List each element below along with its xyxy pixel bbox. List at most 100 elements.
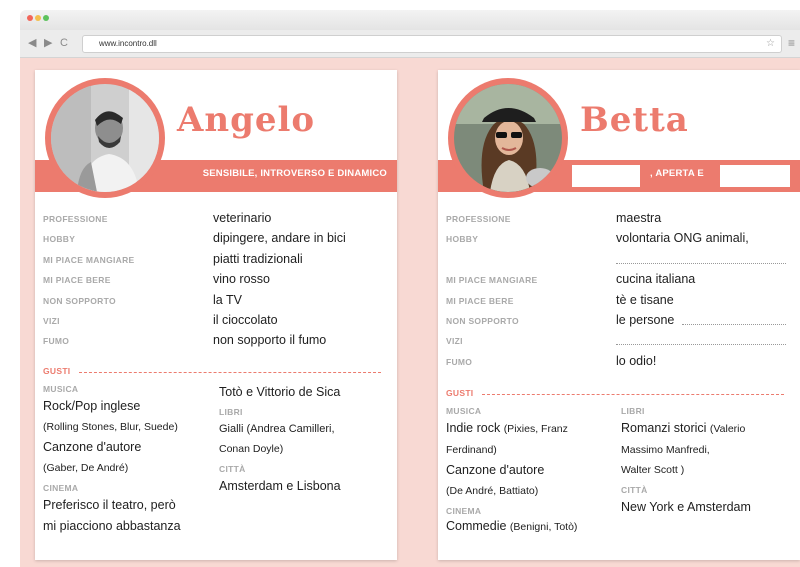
- profile-card-betta: , APERTA E Betta PROFESSIONE maestra HOB…: [438, 70, 800, 560]
- avatar-frame: [45, 78, 165, 198]
- info-row: NON SOPPORTO le persone: [446, 312, 792, 332]
- info-value: cucina italiana: [616, 272, 696, 287]
- info-value: lo odio!: [616, 353, 657, 368]
- info-label: FUMO: [446, 356, 473, 367]
- info-value: maestra: [616, 211, 662, 225]
- citta-item: Amsterdam e Lisbona: [219, 478, 341, 493]
- info-row: MI PIACE BERE tè e tisane: [446, 292, 792, 312]
- blank-fill-line[interactable]: [682, 315, 786, 325]
- info-value: non sopporto il fumo: [213, 333, 327, 348]
- tagline: , APERTA E: [650, 168, 704, 179]
- info-table: PROFESSIONE maestra HOBBY volontaria ONG an…: [446, 210, 792, 373]
- libri-item: Conan Doyle): [219, 443, 284, 455]
- info-label: HOBBY: [446, 234, 479, 245]
- cinema-label: CINEMA: [43, 483, 79, 493]
- info-row: MI PIACE MANGIARE cucina italiana: [446, 271, 792, 291]
- musica-item-detail: (Rolling Stones, Blur, Suede): [43, 420, 178, 433]
- profile-name: Betta: [580, 100, 689, 140]
- info-value: vino rosso: [213, 272, 270, 287]
- libri-label: LIBRI: [621, 406, 645, 416]
- window-titlebar: [20, 10, 800, 30]
- bookmark-star-icon[interactable]: ☆: [766, 36, 775, 52]
- menu-icon[interactable]: ≡: [788, 37, 795, 49]
- cinema-item: Commedie (Benigni, Totò): [446, 518, 616, 535]
- address-text: www.incontro.dll: [99, 39, 157, 48]
- cinema-item: Preferisco il teatro, però: [43, 498, 176, 512]
- info-value: il cioccolato: [213, 312, 278, 327]
- profile-name: Angelo: [177, 100, 316, 140]
- info-value: veterinario: [213, 211, 272, 225]
- info-value: le persone: [616, 312, 675, 327]
- info-row: FUMO lo odio!: [446, 353, 792, 373]
- musica-item-name: Indie rock: [446, 421, 501, 435]
- avatar-betta: [454, 84, 562, 192]
- musica-item-detail: (Gaber, De André): [43, 461, 129, 474]
- blank-fill-line[interactable]: [616, 254, 786, 264]
- info-label: MI PIACE BERE: [43, 275, 111, 286]
- cinema-label: CINEMA: [446, 506, 482, 516]
- citta-label: CITTÀ: [219, 463, 246, 474]
- musica-item: Canzone d'autore: [446, 463, 545, 477]
- info-table: PROFESSIONE veterinario HOBBY dipingere, an…: [43, 210, 389, 353]
- close-window-button[interactable]: [27, 15, 33, 21]
- libri-label: LIBRI: [219, 406, 243, 417]
- page-viewport: SENSIBILE, INTROVERSO E DINAMICO Angelo …: [20, 58, 800, 567]
- browser-toolbar: ◀ ▶ C www.incontro.dll ☆ ≡: [20, 30, 800, 58]
- tagline-blank-field[interactable]: [572, 165, 640, 187]
- info-row: PROFESSIONE veterinario: [43, 210, 389, 230]
- cinema-item-detail: (Benigni, Totò): [509, 521, 578, 533]
- info-value: dipingere, andare in bici: [213, 231, 346, 246]
- back-icon[interactable]: ◀: [28, 36, 36, 50]
- minimize-window-button[interactable]: [35, 15, 41, 21]
- maximize-window-button[interactable]: [43, 15, 49, 21]
- info-label: VIZI: [446, 336, 463, 347]
- info-label: FUMO: [43, 336, 70, 347]
- info-label: PROFESSIONE: [446, 214, 511, 224]
- gusti-left-column: MUSICA Indie rock (Pixies, Franz Ferdina…: [446, 400, 616, 535]
- info-label: PROFESSIONE: [43, 214, 108, 224]
- info-value: volontaria ONG animali,: [616, 231, 749, 246]
- info-row: FUMO non sopporto il fumo: [43, 332, 389, 352]
- info-row: MI PIACE BERE vino rosso: [43, 271, 389, 291]
- cinema-item: Totò e Vittorio de Sica: [219, 385, 341, 399]
- tagline: SENSIBILE, INTROVERSO E DINAMICO: [202, 168, 387, 179]
- citta-item: New York e Amsterdam: [621, 499, 751, 514]
- musica-item: Canzone d'autore: [43, 440, 142, 454]
- info-row: NON SOPPORTO la TV: [43, 292, 389, 312]
- info-label: MI PIACE MANGIARE: [446, 275, 538, 286]
- reload-icon[interactable]: C: [60, 36, 68, 50]
- libri-item-detail: (Valerio: [709, 423, 746, 435]
- libri-item: Massimo Manfredi,: [621, 443, 710, 456]
- avatar-angelo: [51, 84, 159, 192]
- libri-item: Romanzi storici (Valerio: [621, 418, 796, 440]
- musica-label: MUSICA: [43, 384, 79, 394]
- info-row: MI PIACE MANGIARE piatti tradizionali: [43, 251, 389, 271]
- gusti-right-column: LIBRI Romanzi storici (Valerio Massimo M…: [621, 400, 796, 517]
- profile-card-angelo: SENSIBILE, INTROVERSO E DINAMICO Angelo …: [35, 70, 397, 560]
- info-label: NON SOPPORTO: [446, 315, 519, 326]
- info-row: VIZI il cioccolato: [43, 312, 389, 332]
- gusti-divider: [79, 372, 381, 373]
- musica-item-detail: Ferdinand): [446, 443, 497, 456]
- address-bar[interactable]: www.incontro.dll ☆: [82, 35, 782, 53]
- libri-item-name: Romanzi storici: [621, 421, 707, 435]
- info-row: VIZI: [446, 332, 792, 352]
- libri-item: Walter Scott ): [621, 464, 685, 476]
- cinema-item-name: Commedie: [446, 519, 507, 533]
- musica-item-detail: (Pixies, Franz: [503, 423, 568, 435]
- tagline-blank-field[interactable]: [720, 165, 790, 187]
- musica-label: MUSICA: [446, 406, 482, 416]
- gusti-heading: GUSTI: [43, 366, 71, 376]
- blank-fill-line[interactable]: [616, 335, 786, 346]
- info-label: VIZI: [43, 315, 60, 326]
- libri-item: Gialli (Andrea Camilleri,: [219, 422, 335, 435]
- info-row: PROFESSIONE maestra: [446, 210, 792, 230]
- musica-item: Indie rock (Pixies, Franz: [446, 418, 616, 440]
- info-row: HOBBY volontaria ONG animali,: [446, 230, 792, 250]
- gusti-divider: [482, 394, 784, 395]
- forward-icon[interactable]: ▶: [44, 36, 52, 50]
- cinema-item: mi piacciono abbastanza: [43, 518, 181, 533]
- info-label: MI PIACE MANGIARE: [43, 254, 135, 265]
- musica-item: Rock/Pop inglese: [43, 399, 141, 413]
- gusti-right-column: Totò e Vittorio de Sica LIBRI Gialli (An…: [219, 382, 389, 496]
